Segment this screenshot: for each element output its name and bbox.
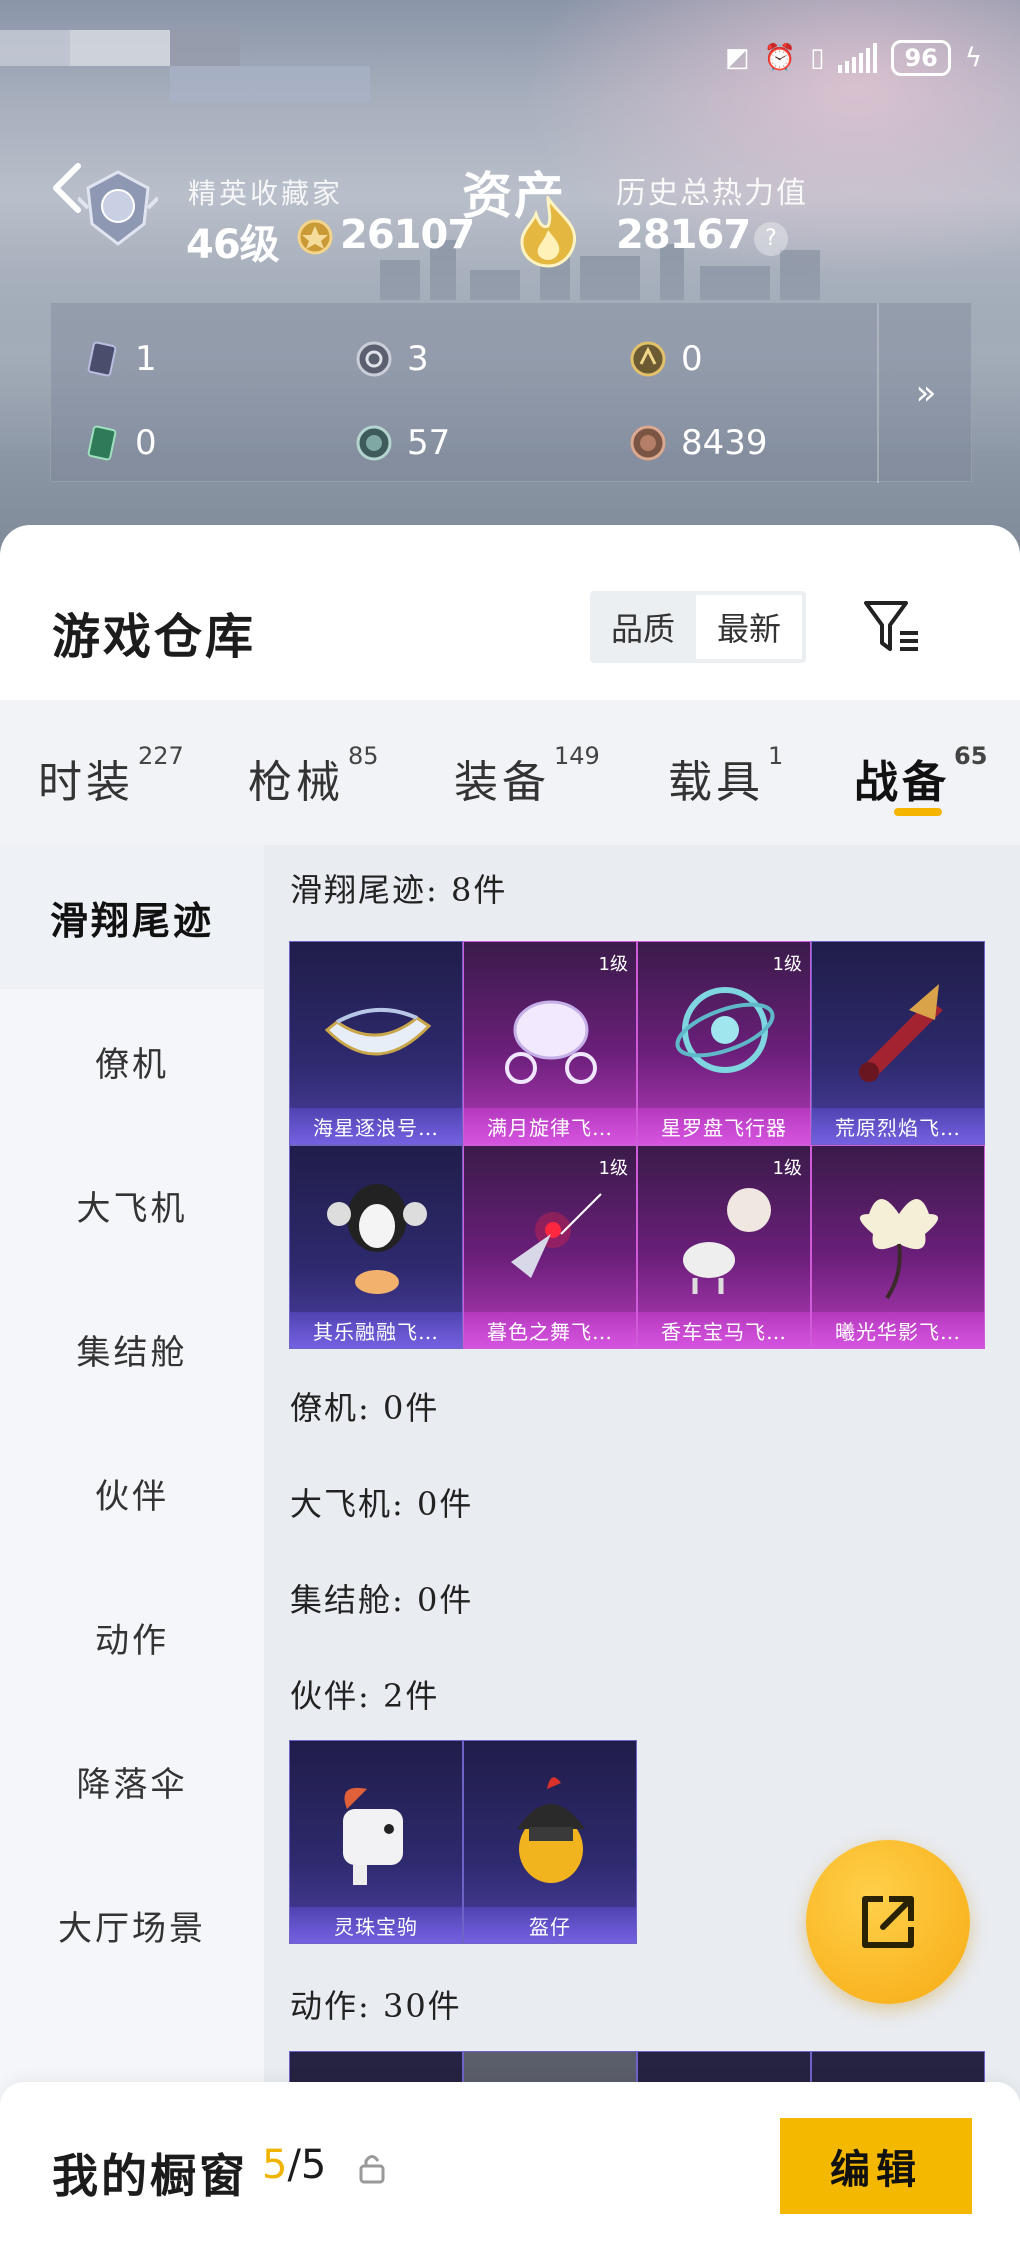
section-label-rally-pod: 集结舱: 0件 (290, 1581, 474, 1619)
bronze-coin-icon (630, 425, 666, 461)
heat-flame-icon (520, 196, 577, 268)
share-fab[interactable] (806, 1840, 970, 2004)
dusk-dance-glider-image (511, 1193, 602, 1278)
sidebar-item-wingman[interactable]: 僚机 (0, 989, 264, 1133)
sidebar-item-partner[interactable]: 伙伴 (0, 1421, 264, 1565)
compass-glider-image (675, 987, 775, 1073)
currency-ticket: 0 (83, 423, 157, 463)
boat-glider-image (324, 1008, 432, 1056)
section-label-wingman: 僚机: 0件 (290, 1389, 440, 1427)
section-label-big-plane: 大飞机: 0件 (290, 1485, 474, 1523)
sidebar-item-emote[interactable]: 动作 (0, 1565, 264, 1709)
sidebar-item-lobby-scene[interactable]: 大厅场景 (0, 1853, 264, 1997)
gold-coin-icon (630, 341, 666, 377)
currency-gold: 0 (629, 339, 703, 379)
charging-icon: ϟ (964, 43, 982, 73)
vibrate-icon: ▯ (810, 43, 825, 73)
tab-vehicles[interactable]: 载具1 (668, 742, 783, 810)
history-heat-value: 28167 (616, 212, 751, 258)
battery-indicator: 96 (891, 40, 951, 76)
sidebar-item-rally-pod[interactable]: 集结舱 (0, 1277, 264, 1421)
rank-coin-value: 26107 (340, 212, 475, 258)
tab-combat-gear[interactable]: 战备65 (854, 742, 987, 810)
rank-emblem-icon (78, 170, 158, 246)
tab-weapons[interactable]: 枪械85 (248, 742, 379, 810)
flame-glider-image (859, 984, 943, 1082)
section-label-glide-trail: 滑翔尾迹: 8件 (290, 871, 508, 909)
item-card[interactable]: 灵珠宝驹 (289, 1740, 463, 1944)
sidebar-item-big-plane[interactable]: 大飞机 (0, 1133, 264, 1277)
currency-silver: 3 (355, 339, 429, 379)
lock-icon (359, 2155, 385, 2184)
horse-carriage-glider-image (683, 1188, 771, 1294)
currency-teal: 57 (355, 423, 450, 463)
helmet-chick-partner-image (517, 1777, 585, 1883)
lily-glider-image (859, 1199, 939, 1300)
silver-coin-icon (356, 341, 392, 377)
item-card[interactable]: 其乐融融飞… (289, 1145, 463, 1349)
subcategory-sidebar: 滑翔尾迹 僚机 大飞机 集结舱 伙伴 动作 降落伞 大厅场景 (0, 845, 264, 2125)
section-label-emote: 动作: 30件 (290, 1987, 462, 2025)
share-external-icon (862, 1896, 914, 1948)
showcase-count: 5/5 (262, 2142, 327, 2188)
item-card[interactable]: 1级 满月旋律飞… (463, 941, 637, 1145)
sidebar-item-glide-trail[interactable]: 滑翔尾迹 (0, 845, 264, 989)
status-icons: ◩ ⏰ ▯ 96 ϟ (725, 40, 982, 76)
sort-quality-button[interactable]: 品质 (590, 591, 696, 663)
item-card[interactable]: 盔仔 (463, 1740, 637, 1944)
alarm-icon: ⏰ (763, 43, 797, 73)
item-card[interactable]: 1级 香车宝马飞… (637, 1145, 811, 1349)
currency-more-button[interactable]: » (877, 303, 973, 483)
card-icon (87, 341, 117, 377)
warehouse-title: 游戏仓库 (52, 609, 257, 665)
signal-icon (838, 43, 878, 73)
player-level: 46级 (186, 222, 280, 268)
sort-toggle: 品质 最新 (590, 591, 806, 663)
item-card[interactable]: 1级 暮色之舞飞… (463, 1145, 637, 1349)
item-card[interactable]: 海星逐浪号… (289, 941, 463, 1145)
active-tab-indicator (894, 808, 942, 816)
tab-equipment[interactable]: 装备149 (454, 742, 600, 810)
green-ticket-icon (87, 425, 117, 461)
double-chevron-right-icon: » (915, 373, 937, 413)
pony-partner-image (343, 1787, 403, 1885)
currency-panel: 1 3 0 0 57 8439 » (50, 302, 973, 483)
showcase-title: 我的橱窗 (52, 2149, 248, 2203)
rank-coin-icon (297, 219, 333, 255)
nfc-icon: ◩ (725, 43, 750, 73)
glide-trail-grid: 海星逐浪号… 1级 满月旋律飞… 1级 星罗盘飞行器 荒原烈焰飞… 其乐融融飞… (289, 941, 985, 1349)
history-heat-label: 历史总热力值 (616, 176, 808, 211)
carriage-glider-image (505, 1000, 597, 1084)
collector-title: 精英收藏家 (188, 177, 344, 210)
item-card[interactable]: 1级 星罗盘飞行器 (637, 941, 811, 1145)
currency-card: 1 (83, 339, 157, 379)
item-card[interactable]: 荒原烈焰飞… (811, 941, 985, 1145)
edit-button[interactable]: 编辑 (780, 2118, 972, 2214)
item-card[interactable]: 曦光华影飞… (811, 1145, 985, 1349)
sort-latest-button[interactable]: 最新 (696, 595, 802, 659)
sidebar-item-parachute[interactable]: 降落伞 (0, 1709, 264, 1853)
category-tabs: 时装227 枪械85 装备149 载具1 战备65 (0, 700, 1020, 845)
teal-coin-icon (356, 425, 392, 461)
help-icon[interactable]: ? (754, 222, 788, 256)
tab-fashion[interactable]: 时装227 (38, 742, 184, 810)
penguin-balloon-image (327, 1184, 427, 1294)
status-bar: ◩ ⏰ ▯ 96 ϟ (0, 30, 1020, 102)
section-label-partner: 伙伴: 2件 (290, 1677, 440, 1715)
filter-icon[interactable] (862, 597, 922, 657)
showcase-bar: 我的橱窗 5/5 编辑 (0, 2082, 1020, 2250)
currency-bronze: 8439 (629, 423, 768, 463)
